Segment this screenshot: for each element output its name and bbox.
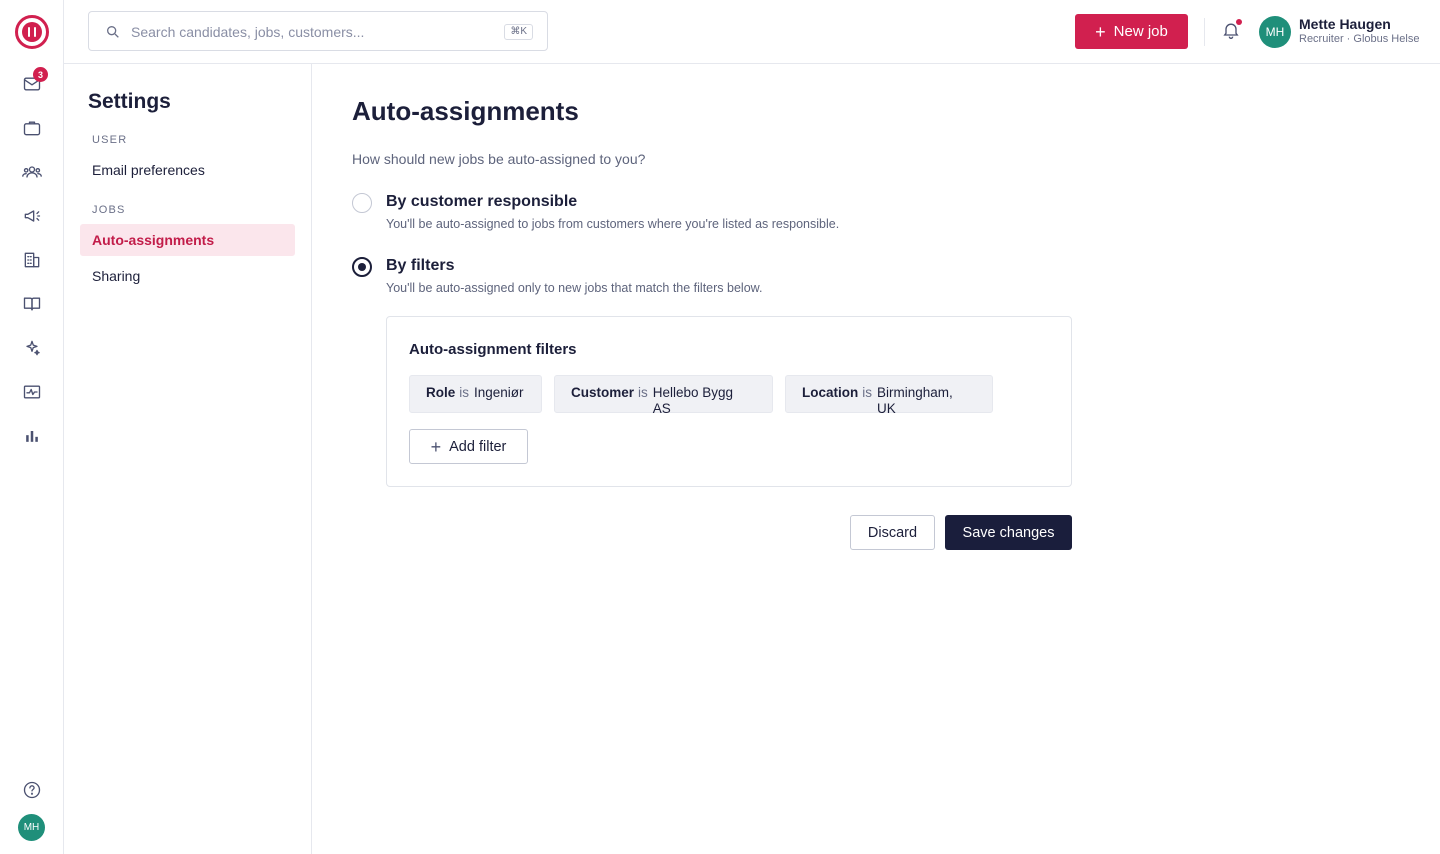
top-bar: ⌘K + New job MH Mette Haugen Recruiter ·… xyxy=(64,0,1440,64)
plus-icon: + xyxy=(1095,21,1106,42)
discard-button[interactable]: Discard xyxy=(850,515,935,550)
user-avatar[interactable]: MH xyxy=(1259,16,1291,48)
section-label-user: USER xyxy=(92,134,128,146)
notification-dot xyxy=(1236,19,1242,25)
save-changes-button[interactable]: Save changes xyxy=(945,515,1072,550)
plus-icon: + xyxy=(430,436,442,457)
sidebar-item-sharing[interactable]: Sharing xyxy=(80,260,295,292)
notifications-bell-icon[interactable] xyxy=(1221,19,1243,42)
bar-chart-icon[interactable] xyxy=(20,424,44,448)
new-job-label: New job xyxy=(1113,23,1168,40)
radio-by-customer-responsible[interactable] xyxy=(352,193,372,213)
page-title: Auto-assignments xyxy=(352,96,579,126)
left-rail: 3 MH xyxy=(0,0,64,854)
activity-icon[interactable] xyxy=(20,380,44,404)
sparkles-icon[interactable] xyxy=(20,336,44,360)
help-icon[interactable] xyxy=(20,778,44,802)
filter-operator: is xyxy=(638,385,648,400)
filter-value: Hellebo Bygg AS xyxy=(652,385,734,416)
book-icon[interactable] xyxy=(20,292,44,316)
filter-operator: is xyxy=(459,385,470,400)
brand-logo-icon[interactable] xyxy=(15,15,49,49)
filter-value: Ingeniør xyxy=(474,385,524,400)
filter-operator: is xyxy=(862,385,872,400)
main-content: Auto-assignments How should new jobs be … xyxy=(312,64,1440,854)
filter-chip-customer[interactable]: Customer is Hellebo Bygg AS xyxy=(554,375,773,416)
settings-sidebar: Settings USER Email preferences JOBS Aut… xyxy=(64,64,312,854)
sidebar-item-email-preferences[interactable]: Email preferences xyxy=(80,154,295,186)
search-input[interactable] xyxy=(131,21,491,43)
add-filter-button[interactable]: + Add filter xyxy=(409,429,528,464)
building-icon[interactable] xyxy=(20,248,44,272)
filters-title: Auto-assignment filters xyxy=(409,341,577,358)
sidebar-item-auto-assignments[interactable]: Auto-assignments xyxy=(80,224,295,256)
filter-chip-location[interactable]: Location is Birmingham, UK xyxy=(785,375,993,416)
settings-title: Settings xyxy=(88,90,171,113)
option-label-by-filters[interactable]: By filters xyxy=(386,257,454,275)
people-icon[interactable] xyxy=(20,160,44,184)
briefcase-icon[interactable] xyxy=(20,116,44,140)
option-label-by-customer-responsible[interactable]: By customer responsible xyxy=(386,193,577,211)
filter-chip-role[interactable]: Role is Ingeniør xyxy=(409,375,542,413)
add-filter-label: Add filter xyxy=(449,438,507,455)
inbox-badge: 3 xyxy=(33,67,48,82)
option-description-by-filters: You'll be auto-assigned only to new jobs… xyxy=(386,281,763,295)
rail-avatar[interactable]: MH xyxy=(18,814,45,841)
filter-key: Role xyxy=(426,385,456,400)
radio-by-filters[interactable] xyxy=(352,257,372,277)
section-label-jobs: JOBS xyxy=(92,204,126,216)
filter-key: Location xyxy=(802,385,859,400)
topbar-divider xyxy=(1204,18,1205,46)
search-shortcut-hint: ⌘K xyxy=(504,24,533,40)
filters-panel: Auto-assignment filters Role is Ingeniør C… xyxy=(386,316,1072,487)
megaphone-icon[interactable] xyxy=(20,204,44,228)
filter-key: Customer xyxy=(571,385,635,400)
filter-value: Birmingham, UK xyxy=(877,385,953,416)
search-icon xyxy=(105,24,121,40)
new-job-button[interactable]: + New job xyxy=(1075,14,1188,49)
assignment-question: How should new jobs be auto-assigned to … xyxy=(352,151,646,167)
option-description-by-customer-responsible: You'll be auto-assigned to jobs from cus… xyxy=(386,217,840,231)
user-role: Recruiter · Globus Helse xyxy=(1299,33,1420,45)
search-box[interactable]: ⌘K xyxy=(88,11,548,51)
user-name[interactable]: Mette Haugen xyxy=(1299,16,1391,32)
